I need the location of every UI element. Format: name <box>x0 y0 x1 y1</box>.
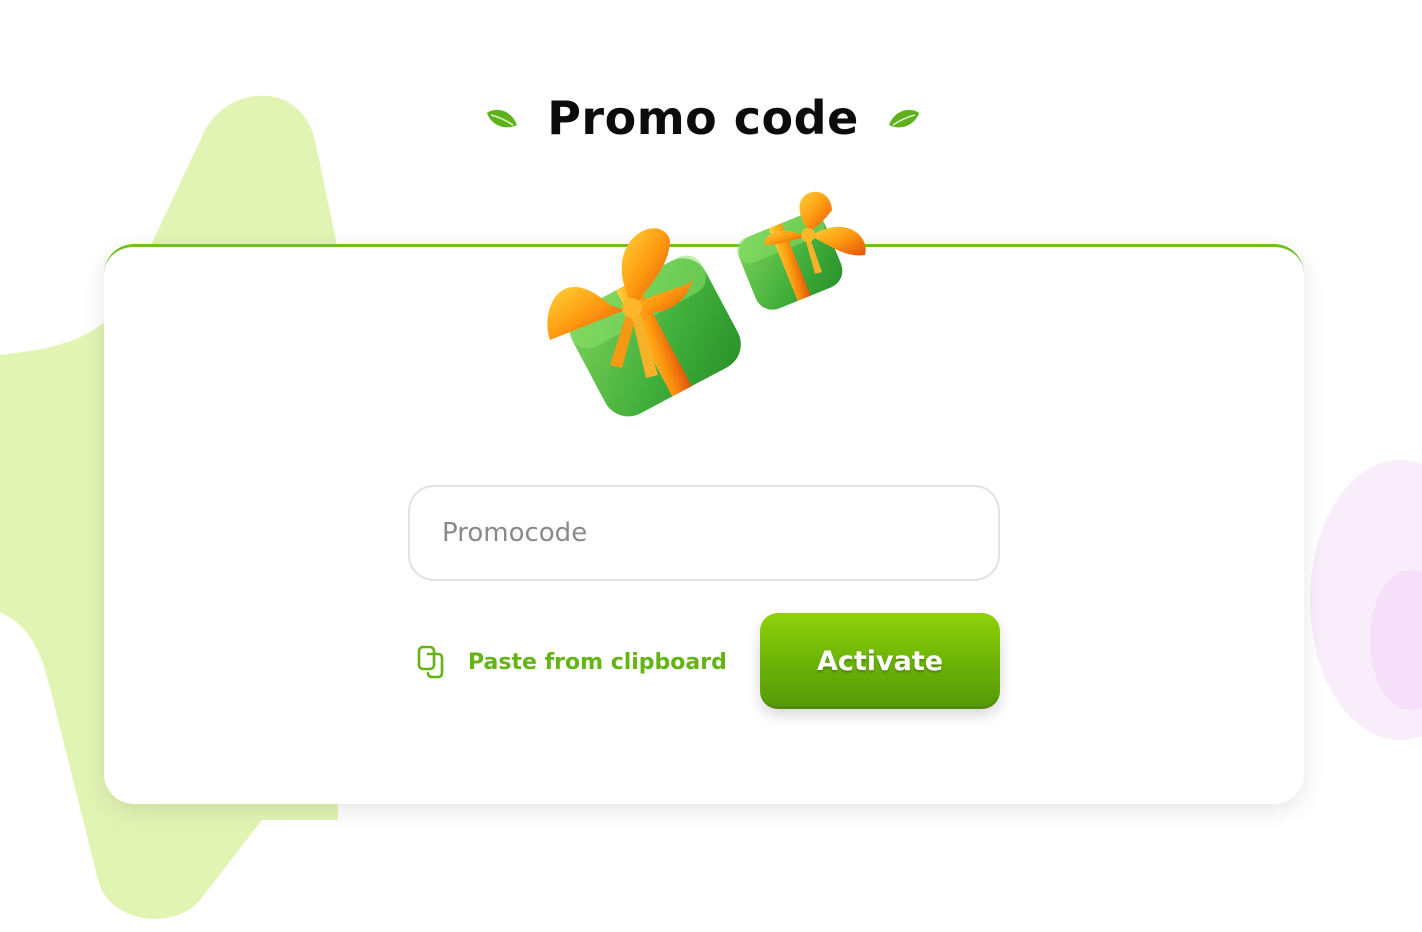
activate-button[interactable]: Activate <box>760 613 1000 709</box>
leaf-icon <box>888 109 919 128</box>
promo-code-page: Promo code Promocode Paste from clipboar… <box>0 0 1422 932</box>
paste-from-clipboard-label: Paste from clipboard <box>468 649 727 675</box>
title-row: Promo code <box>0 78 1414 158</box>
leaf-icon <box>487 109 518 128</box>
page-title: Promo code <box>547 91 859 145</box>
clipboard-icon <box>417 645 444 679</box>
promocode-input[interactable] <box>410 487 998 579</box>
gift-boxes-illustration <box>547 191 866 417</box>
activate-button-label: Activate <box>816 645 944 677</box>
paste-from-clipboard-button[interactable]: Paste from clipboard <box>416 640 727 684</box>
promocode-field-wrapper <box>408 485 1000 581</box>
